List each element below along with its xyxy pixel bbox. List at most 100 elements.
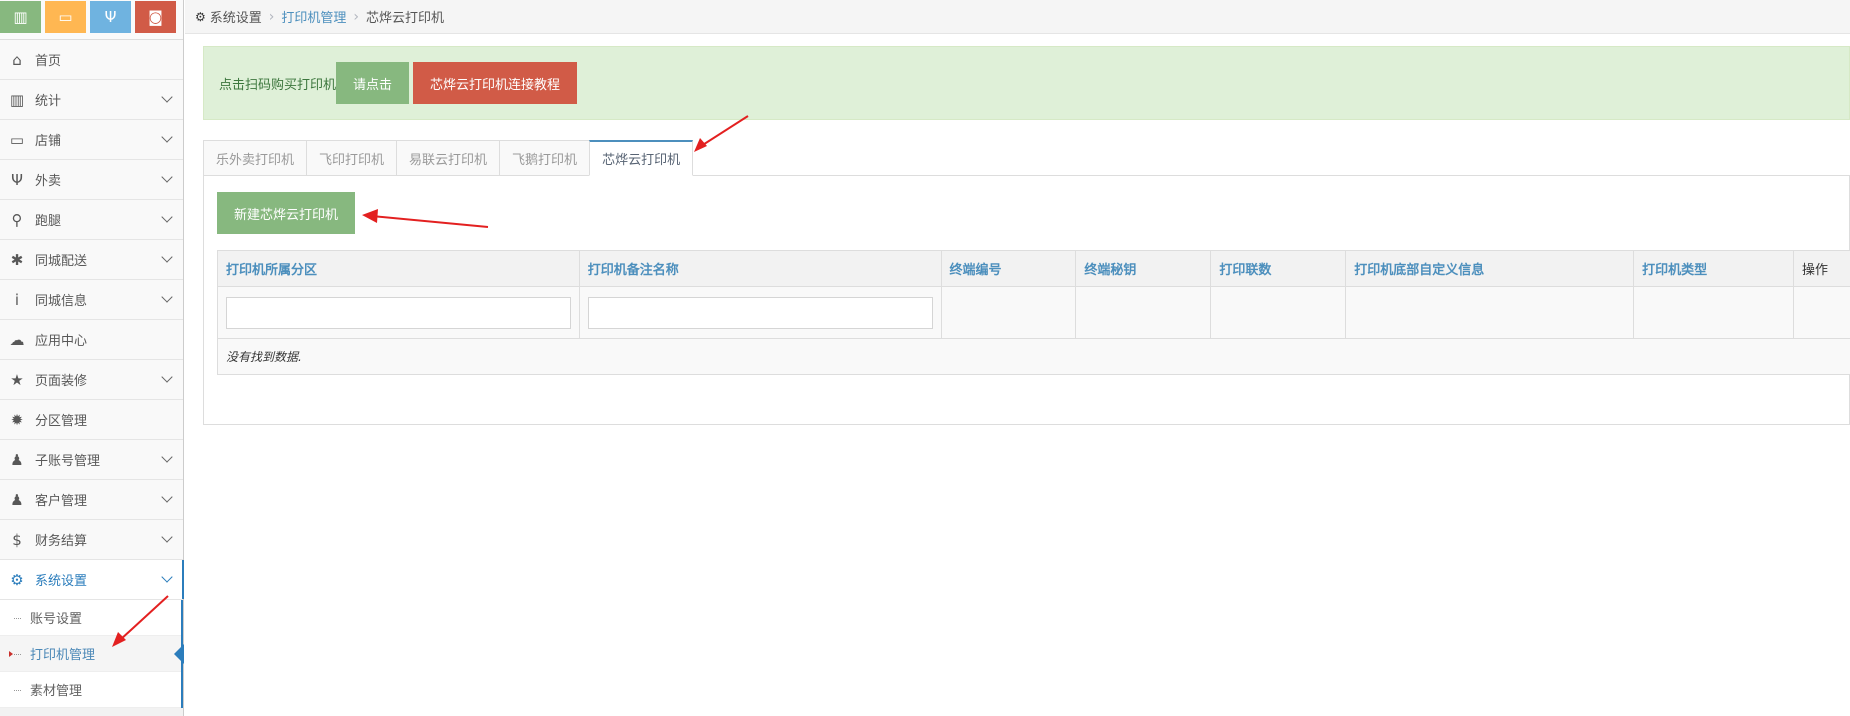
- column-header-footer-info[interactable]: 打印机底部自定义信息: [1345, 250, 1635, 287]
- filter-cell: [1210, 286, 1347, 339]
- breadcrumb-link-printer-management[interactable]: 打印机管理: [281, 7, 346, 26]
- sidebar-item-app-center[interactable]: ☁ 应用中心: [0, 320, 183, 360]
- column-header-actions: 操作: [1792, 250, 1850, 287]
- sidebar-subitem-label: 打印机管理: [30, 648, 96, 663]
- breadcrumb-separator-icon: ›: [353, 8, 360, 25]
- sidebar-subitem-account-settings[interactable]: 账号设置: [0, 600, 181, 636]
- filter-row: [217, 286, 1850, 339]
- shopping-bag-shortcut-button[interactable]: ◙: [135, 1, 176, 33]
- certificate-icon: ✹: [10, 410, 24, 429]
- sidebar-item-takeout[interactable]: Ψ 外卖: [0, 160, 183, 200]
- sidebar-item-subaccounts[interactable]: ♟ 子账号管理: [0, 440, 183, 480]
- active-pointer-icon: [174, 644, 184, 664]
- sidebar-subitem-material-management[interactable]: 素材管理: [0, 672, 181, 708]
- sidebar-item-label: 应用中心: [35, 334, 88, 349]
- filter-cell: [1075, 286, 1212, 339]
- printer-tabs: 乐外卖打印机 飞印打印机 易联云打印机 飞鹅打印机 芯烨云打印机: [203, 140, 694, 176]
- caret-right-icon: [9, 651, 13, 657]
- sidebar-item-store[interactable]: ▭ 店铺: [0, 120, 183, 160]
- empty-row: 没有找到数据.: [217, 338, 1850, 375]
- sidebar-item-label: 跑腿: [35, 214, 62, 229]
- sidebar-subitem-printer-management[interactable]: 打印机管理: [0, 636, 184, 672]
- chart-shortcut-button[interactable]: ▥: [0, 1, 41, 33]
- chart-icon: ▥: [13, 8, 28, 26]
- sidebar-item-label: 分区管理: [35, 414, 88, 429]
- sidebar-item-city-delivery[interactable]: ✱ 同城配送: [0, 240, 183, 280]
- column-header-zone[interactable]: 打印机所属分区: [217, 250, 580, 287]
- column-header-remark-name[interactable]: 打印机备注名称: [578, 250, 942, 287]
- tab-xinye-cloud-printer[interactable]: 芯烨云打印机: [589, 140, 694, 176]
- column-header-copies[interactable]: 打印联数: [1210, 250, 1347, 287]
- tab-panel: 新建芯烨云打印机 打印机所属分区 打印机备注名称 终端编号 终端秘钥 打印联数 …: [203, 175, 1850, 425]
- system-settings-submenu: 账号设置 打印机管理 素材管理: [0, 600, 184, 708]
- asterisk-icon: ✱: [10, 250, 24, 269]
- dollar-icon: $: [12, 530, 22, 549]
- info-icon: i: [14, 290, 20, 309]
- zone-filter-input[interactable]: [226, 296, 571, 329]
- filter-cell: [1633, 286, 1794, 339]
- tab-feiyin-printer[interactable]: 飞印打印机: [306, 140, 398, 176]
- tutorial-button[interactable]: 芯烨云打印机连接教程: [413, 62, 578, 104]
- sidebar-subitem-label: 素材管理: [30, 684, 83, 699]
- filter-cell: [940, 286, 1077, 339]
- table-header-row: 打印机所属分区 打印机备注名称 终端编号 终端秘钥 打印联数 打印机底部自定义信…: [217, 250, 1850, 287]
- sidebar-item-label: 外卖: [35, 174, 62, 189]
- sidebar-item-label: 同城信息: [35, 294, 88, 309]
- breadcrumb-current: 芯烨云打印机: [366, 11, 445, 26]
- new-printer-button[interactable]: 新建芯烨云打印机: [217, 192, 356, 234]
- star-icon: ★: [10, 370, 24, 389]
- sidebar-subitem-label: 账号设置: [30, 612, 83, 627]
- printer-table: 打印机所属分区 打印机备注名称 终端编号 终端秘钥 打印联数 打印机底部自定义信…: [217, 250, 1850, 375]
- remark-name-filter-input[interactable]: [587, 296, 933, 329]
- restaurant-shortcut-button[interactable]: Ψ: [90, 1, 131, 33]
- column-header-terminal-key[interactable]: 终端秘钥: [1075, 250, 1212, 287]
- cutlery-icon: Ψ: [11, 170, 23, 189]
- desktop-shortcut-button[interactable]: ▭: [45, 1, 86, 33]
- cloud-icon: ☁: [9, 330, 25, 349]
- sidebar-item-label: 财务结算: [35, 534, 88, 549]
- column-header-printer-type[interactable]: 打印机类型: [1633, 250, 1794, 287]
- sidebar-item-zone-management[interactable]: ✹ 分区管理: [0, 400, 183, 440]
- annotation-arrow-tab: [694, 115, 749, 152]
- shortcut-bar: ▥ ▭ Ψ ◙: [0, 0, 183, 40]
- restaurant-icon: Ψ: [104, 8, 117, 26]
- user-icon: ♟: [10, 450, 24, 469]
- column-header-terminal-number[interactable]: 终端编号: [940, 250, 1077, 287]
- sidebar-item-home[interactable]: ⌂ 首页: [0, 40, 183, 80]
- sidebar-item-label: 首页: [35, 54, 62, 69]
- bicycle-icon: ⚲: [11, 210, 23, 229]
- sidebar: ▥ ▭ Ψ ◙ ⌂ 首页 ▥ 统计 ▭ 店铺 Ψ 外卖 ⚲ 跑腿 ✱ 同城配送 …: [0, 0, 184, 716]
- home-icon: ⌂: [12, 50, 22, 69]
- filter-cell: [1345, 286, 1635, 339]
- sidebar-item-label: 客户管理: [35, 494, 88, 509]
- sidebar-item-label: 子账号管理: [35, 454, 101, 469]
- sidebar-item-errand[interactable]: ⚲ 跑腿: [0, 200, 183, 240]
- filter-cell: [217, 286, 580, 339]
- bar-chart-icon: ▥: [9, 90, 25, 109]
- sidebar-item-system-settings[interactable]: ⚙ 系统设置: [0, 560, 184, 600]
- sidebar-item-label: 同城配送: [35, 254, 88, 269]
- breadcrumb: ⚙ 系统设置 › 打印机管理 › 芯烨云打印机: [185, 0, 1850, 34]
- desktop-icon: ▭: [58, 8, 73, 26]
- click-here-button[interactable]: 请点击: [336, 62, 410, 104]
- sidebar-item-label: 统计: [35, 94, 62, 109]
- cog-icon: ⚙: [195, 9, 206, 24]
- sidebar-item-label: 系统设置: [35, 574, 88, 589]
- sidebar-item-label: 店铺: [35, 134, 62, 149]
- sidebar-item-finance[interactable]: $ 财务结算: [0, 520, 183, 560]
- sidebar-item-page-decoration[interactable]: ★ 页面装修: [0, 360, 183, 400]
- sidebar-item-city-info[interactable]: i 同城信息: [0, 280, 183, 320]
- shopping-bag-icon: ◙: [148, 8, 163, 26]
- tab-yilianyun-printer[interactable]: 易联云打印机: [396, 140, 501, 176]
- filter-cell: [578, 286, 942, 339]
- sidebar-item-statistics[interactable]: ▥ 统计: [0, 80, 183, 120]
- main-content: 点击扫码购买打印机 请点击 芯烨云打印机连接教程 乐外卖打印机 飞印打印机 易联…: [203, 46, 1850, 425]
- cog-icon: ⚙: [10, 570, 24, 589]
- empty-message: 没有找到数据.: [217, 338, 1850, 375]
- sidebar-item-customers[interactable]: ♟ 客户管理: [0, 480, 183, 520]
- breadcrumb-separator-icon: ›: [268, 8, 275, 25]
- tab-feie-printer[interactable]: 飞鹅打印机: [499, 140, 591, 176]
- tab-lewaimai-printer[interactable]: 乐外卖打印机: [203, 140, 308, 176]
- users-icon: ♟: [10, 490, 24, 509]
- notice-text: 点击扫码购买打印机: [219, 77, 337, 93]
